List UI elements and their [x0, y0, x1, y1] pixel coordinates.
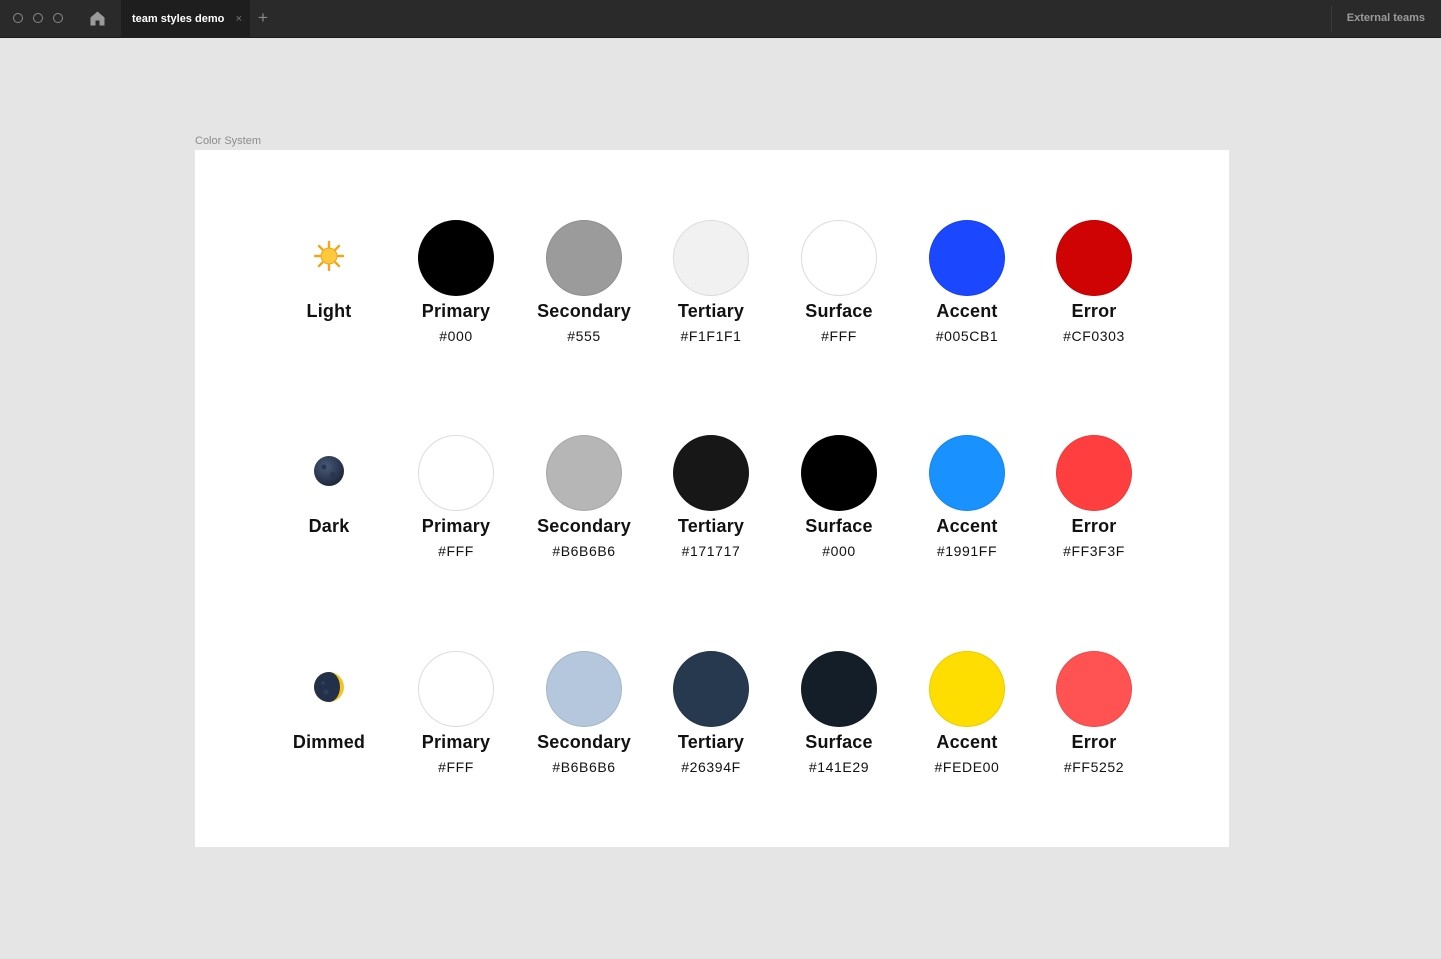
swatch-hex: #B6B6B6 [552, 543, 616, 559]
color-circle[interactable] [1056, 435, 1132, 511]
swatch-name: Surface [805, 732, 873, 752]
divider [1331, 6, 1332, 32]
color-circle[interactable] [546, 651, 622, 727]
color-circle[interactable] [801, 220, 877, 296]
new-moon-icon [313, 455, 345, 487]
color-circle[interactable] [673, 651, 749, 727]
swatch-name: Error [1071, 301, 1117, 321]
swatch-name: Primary [421, 732, 491, 752]
swatch-hex: #FF3F3F [1063, 543, 1125, 559]
theme-name: Dark [308, 516, 350, 536]
swatch-hex: #FFF [438, 759, 474, 775]
swatch-name: Primary [421, 516, 491, 536]
theme-name: Dimmed [292, 732, 366, 752]
maximize-window-button[interactable] [53, 13, 63, 23]
color-circle[interactable] [1056, 220, 1132, 296]
swatch-hex: #B6B6B6 [552, 759, 616, 775]
theme-row-dark: Dark Primary #FFF Secondary #B6B6B6 Tertiary #… [195, 435, 1229, 575]
color-circle[interactable] [801, 651, 877, 727]
home-icon[interactable] [89, 10, 106, 27]
minimize-window-button[interactable] [33, 13, 43, 23]
swatch-hex: #FFF [438, 543, 474, 559]
color-circle[interactable] [801, 435, 877, 511]
color-circle[interactable] [418, 220, 494, 296]
theme-name: Light [306, 301, 352, 321]
theme-row-dimmed: Dimmed Primary #FFF Secondary #B6B6B6 Tertiar… [195, 651, 1229, 791]
swatch-name: Surface [805, 301, 873, 321]
swatch-name: Surface [805, 516, 873, 536]
swatch-name: Secondary [537, 301, 631, 321]
swatch-name: Error [1071, 516, 1117, 536]
color-circle[interactable] [929, 435, 1005, 511]
swatch-name: Error [1071, 732, 1117, 752]
color-circle[interactable] [929, 220, 1005, 296]
tab-team-styles-demo[interactable]: team styles demo × [121, 0, 250, 38]
color-circle[interactable] [673, 220, 749, 296]
swatch-hex: #CF0303 [1063, 328, 1125, 344]
swatch-name: Secondary [537, 732, 631, 752]
swatch-hex: #000 [822, 543, 856, 559]
swatch-hex: #FEDE00 [934, 759, 1000, 775]
close-tab-icon[interactable]: × [236, 0, 242, 38]
swatch-hex: #FF5252 [1063, 759, 1125, 775]
swatch-name: Accent [936, 301, 998, 321]
swatch-hex: #FFF [821, 328, 857, 344]
close-window-button[interactable] [13, 13, 23, 23]
swatch-hex: #171717 [681, 543, 741, 559]
color-system-frame[interactable]: Light Primary #000 Secondary #555 Tertiary #F1… [195, 150, 1229, 847]
swatch-name: Primary [421, 301, 491, 321]
swatch-hex: #F1F1F1 [680, 328, 742, 344]
color-circle[interactable] [1056, 651, 1132, 727]
swatch-name: Tertiary [677, 732, 745, 752]
swatch-name: Accent [936, 732, 998, 752]
swatch-hex: #1991FF [936, 543, 998, 559]
swatch-hex: #005CB1 [935, 328, 999, 344]
swatch-hex: #141E29 [808, 759, 870, 775]
title-bar: team styles demo × + External teams [0, 0, 1441, 38]
swatch-hex: #000 [439, 328, 473, 344]
swatch-hex: #555 [567, 328, 601, 344]
swatch-hex: #26394F [681, 759, 741, 775]
sun-icon [313, 240, 345, 272]
frame-label[interactable]: Color System [195, 135, 261, 147]
color-circle[interactable] [673, 435, 749, 511]
color-circle[interactable] [929, 651, 1005, 727]
color-circle[interactable] [418, 651, 494, 727]
swatch-name: Accent [936, 516, 998, 536]
external-teams-link[interactable]: External teams [1347, 0, 1425, 36]
color-circle[interactable] [546, 435, 622, 511]
crescent-moon-icon [313, 671, 345, 703]
theme-row-light: Light Primary #000 Secondary #555 Tertiary #F1… [195, 220, 1229, 360]
swatch-name: Secondary [537, 516, 631, 536]
tab-label: team styles demo [132, 13, 225, 25]
swatch-name: Tertiary [677, 301, 745, 321]
color-circle[interactable] [418, 435, 494, 511]
swatch-name: Tertiary [677, 516, 745, 536]
new-tab-button[interactable]: + [258, 0, 268, 36]
color-circle[interactable] [546, 220, 622, 296]
